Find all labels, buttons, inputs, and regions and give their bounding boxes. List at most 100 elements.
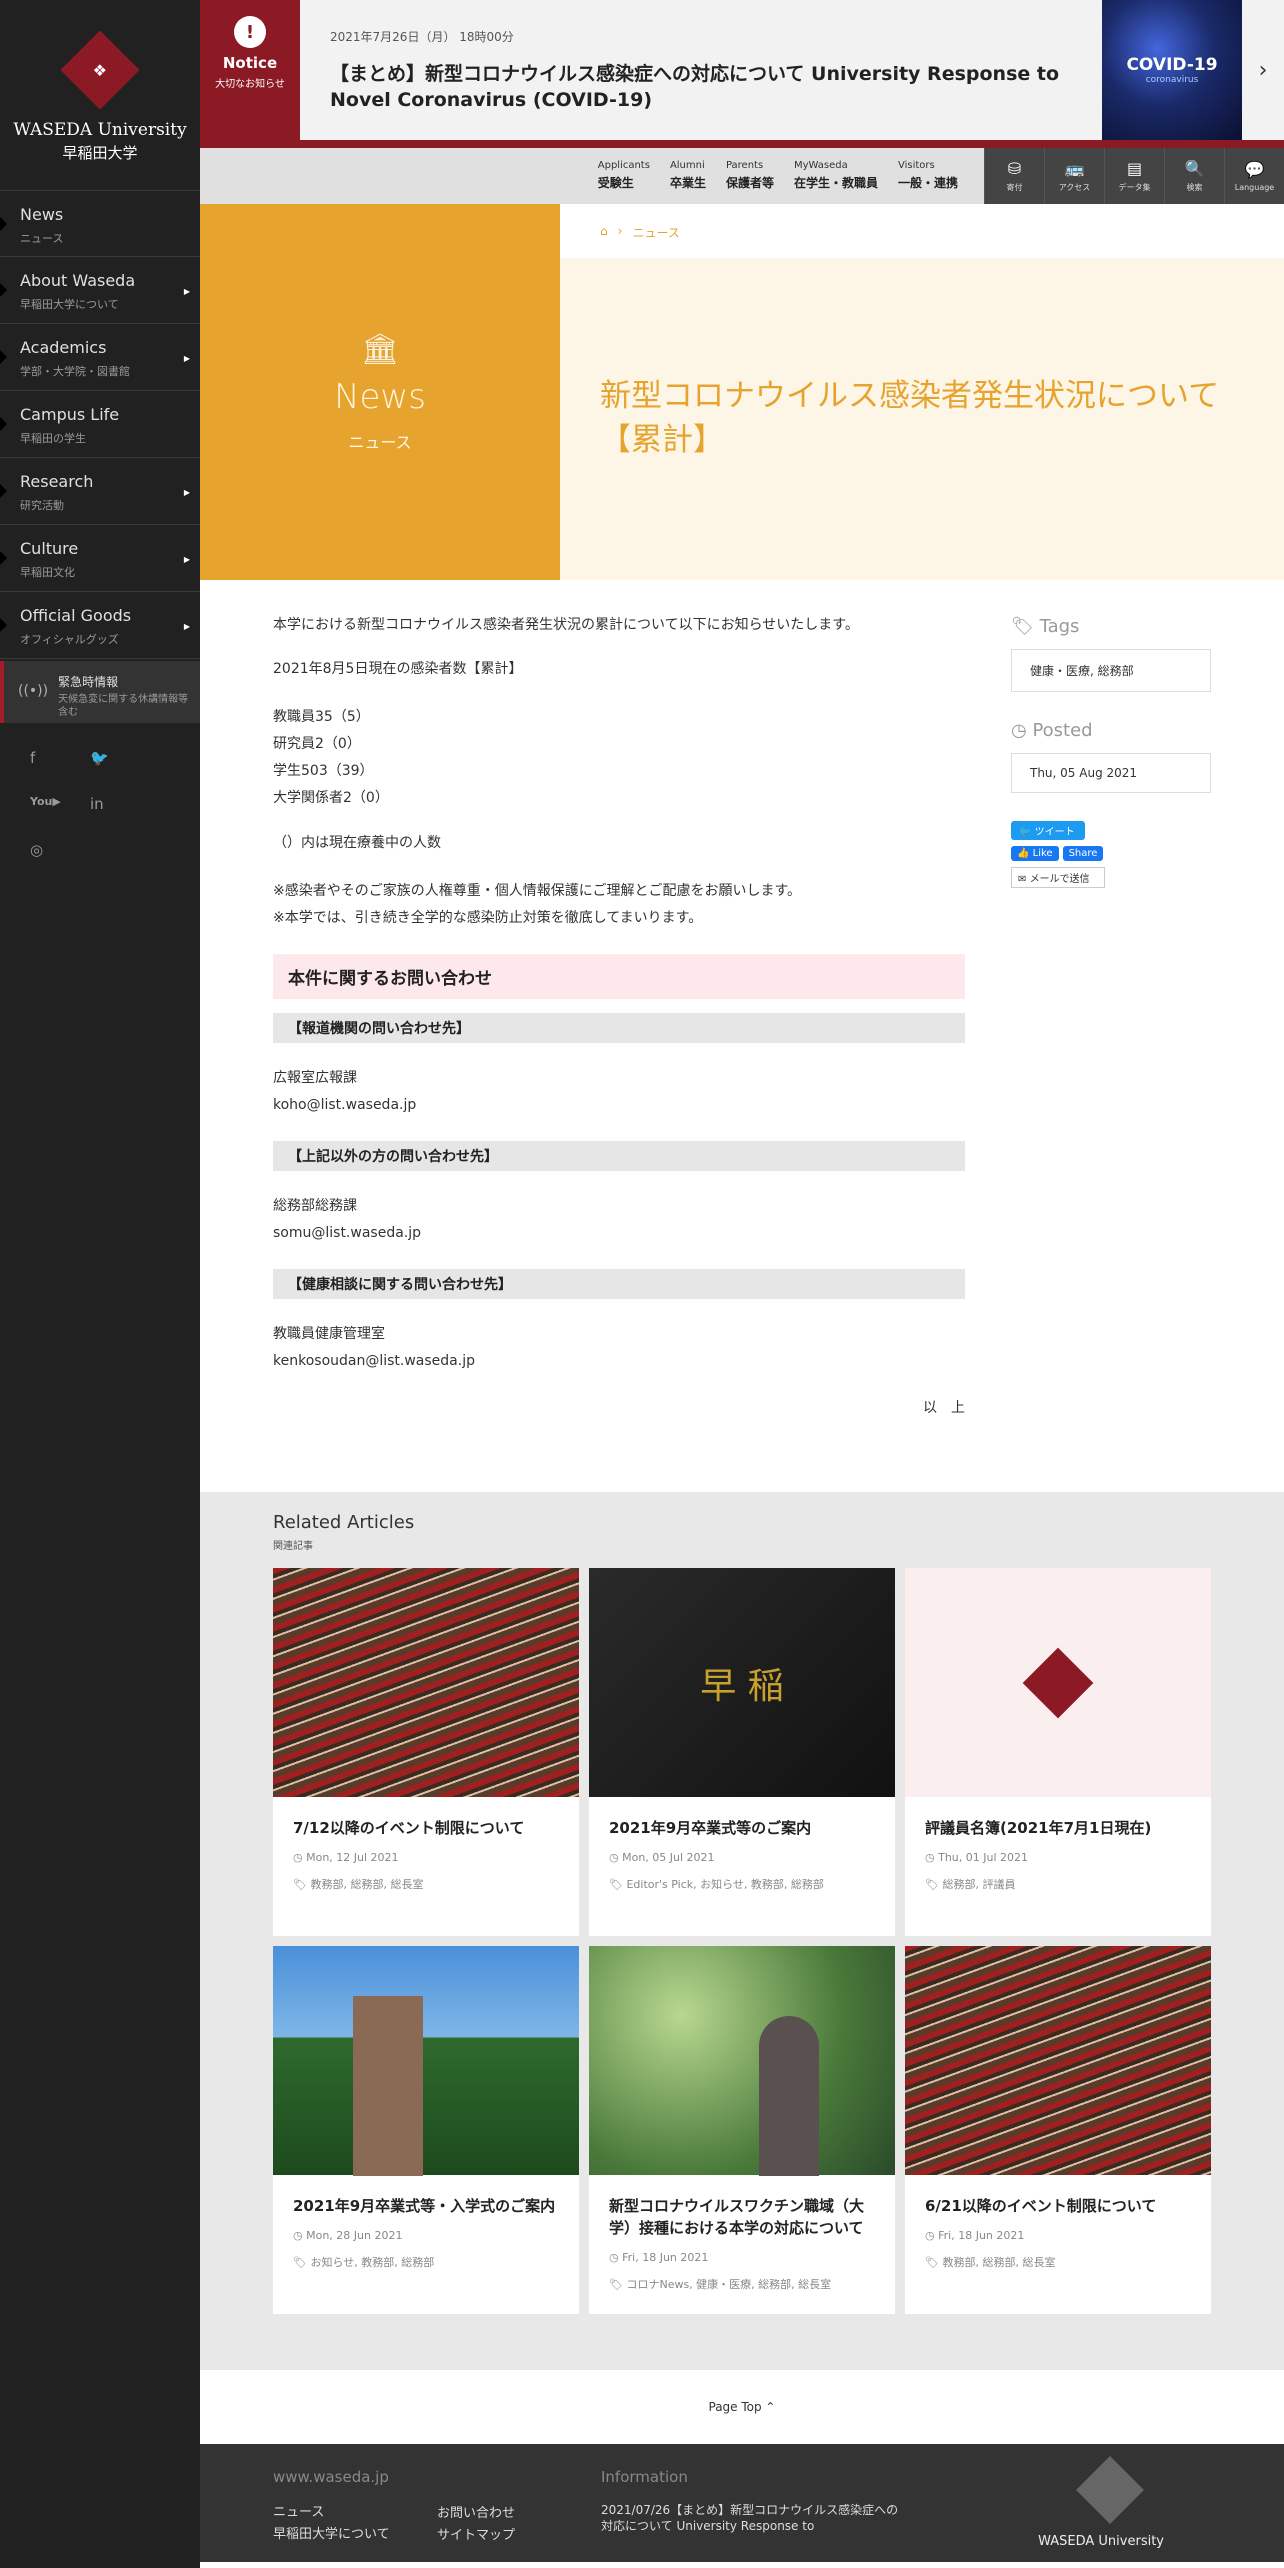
nav-marker-icon bbox=[0, 350, 7, 364]
audience-link-visitors[interactable]: Visitors 一般・連携 bbox=[888, 160, 968, 204]
sidebar-item-sublabel: 学部・大学院・図書館 bbox=[20, 365, 130, 378]
mail-button[interactable]: ✉ メールで送信 bbox=[1011, 867, 1105, 888]
footer-site[interactable]: www.waseda.jp bbox=[273, 2468, 437, 2486]
nav-marker-icon bbox=[0, 484, 7, 498]
card-title[interactable]: 2021年9月卒業式等・入学式のご案内 bbox=[293, 2195, 559, 2217]
twitter-icon[interactable]: 🐦 bbox=[90, 749, 150, 795]
footer-info-text[interactable]: 2021/07/26【まとめ】新型コロナウイルス感染症への対応について Univ… bbox=[601, 2502, 901, 2534]
sidebar-item-sublabel: オフィシャルグッズ bbox=[20, 633, 119, 646]
sidebar-item-label: News bbox=[20, 205, 64, 224]
youtube-icon[interactable]: You▶ bbox=[30, 795, 90, 841]
logo-name-jp: 早稲田大学 bbox=[62, 144, 138, 162]
contact-email[interactable]: koho@list.waseda.jp bbox=[273, 1092, 965, 1119]
audience-link-mywaseda[interactable]: MyWaseda 在学生・教職員 bbox=[784, 160, 888, 204]
clock-icon: ◷ bbox=[609, 2251, 623, 2264]
footer-link-sitemap[interactable]: サイトマップ bbox=[437, 2525, 601, 2547]
sidebar-item-academics[interactable]: Academics 学部・大学院・図書館 ▶ bbox=[0, 324, 200, 391]
related-card[interactable]: 評議員名簿(2021年7月1日現在) ◷ Thu, 01 Jul 2021 🏷 総務… bbox=[905, 1568, 1211, 1936]
contact-name: 広報室広報課 bbox=[273, 1070, 357, 1086]
toolbar-bus-button[interactable]: 🚌 アクセス bbox=[1044, 148, 1104, 204]
card-title[interactable]: 2021年9月卒業式等のご案内 bbox=[609, 1817, 875, 1839]
facebook-icon[interactable]: f bbox=[30, 749, 90, 795]
toolbar-icon-label: 検索 bbox=[1186, 183, 1203, 192]
audience-link-applicants[interactable]: Applicants 受験生 bbox=[588, 160, 660, 204]
sidebar-item-official-goods[interactable]: Official Goods オフィシャルグッズ ▶ bbox=[0, 592, 200, 659]
breadcrumb: ⌂ › ニュース bbox=[560, 204, 1284, 258]
breadcrumb-news[interactable]: ニュース bbox=[632, 224, 679, 240]
notice-badge-jp: 大切なお知らせ bbox=[215, 79, 285, 90]
contact-email[interactable]: somu@list.waseda.jp bbox=[273, 1220, 965, 1247]
sidebar-item-campus-life[interactable]: Campus Life 早稲田の学生 bbox=[0, 391, 200, 458]
related-card[interactable]: 新型コロナウイルスワクチン職域（大学）接種における本学の対応について ◷ Fri,… bbox=[589, 1946, 895, 2314]
card-title[interactable]: 新型コロナウイルスワクチン職域（大学）接種における本学の対応について bbox=[609, 2195, 875, 2239]
audience-link-parents[interactable]: Parents 保護者等 bbox=[716, 160, 784, 204]
audience-link-en: MyWaseda bbox=[793, 160, 848, 171]
audience-links: Applicants 受験生 Alumni 卒業生 Parents 保護者等 MyWased… bbox=[588, 148, 984, 204]
tweet-button[interactable]: 🐦 ツイート bbox=[1011, 821, 1085, 840]
card-tags: 🏷 コロナNews, 健康・医療, 総務部, 総長室 bbox=[609, 2278, 832, 2291]
notice-title[interactable]: 【まとめ】新型コロナウイルス感染症への対応について University Res… bbox=[330, 61, 1072, 113]
emergency-desc: 天候急変に関する休講情報等含む bbox=[58, 694, 189, 718]
main-area: ! Notice 大切なお知らせ 2021年7月26日（月） 18時00分 【ま… bbox=[200, 0, 1284, 2568]
card-date: ◷ Mon, 05 Jul 2021 bbox=[609, 1851, 715, 1864]
related-card[interactable]: 7/12以降のイベント制限について ◷ Mon, 12 Jul 2021 🏷 教務部… bbox=[273, 1568, 579, 1936]
card-title[interactable]: 7/12以降のイベント制限について bbox=[293, 1817, 559, 1839]
card-title[interactable]: 6/21以降のイベント制限について bbox=[925, 2195, 1191, 2217]
footer-link-contact[interactable]: お問い合わせ bbox=[437, 2503, 601, 2525]
nav-marker-icon bbox=[0, 551, 7, 565]
covid-image[interactable]: COVID-19 coronavirus bbox=[1102, 0, 1242, 140]
toolbar-book-button[interactable]: ▤ データ集 bbox=[1104, 148, 1164, 204]
footer-link-about[interactable]: 早稲田大学について bbox=[273, 2524, 437, 2546]
related-card[interactable]: 2021年9月卒業式等・入学式のご案内 ◷ Mon, 28 Jun 2021 🏷 お… bbox=[273, 1946, 579, 2314]
page-title: 新型コロナウイルス感染者発生状況について【累計】 bbox=[600, 378, 1220, 458]
posted-date: Thu, 05 Aug 2021 bbox=[1011, 753, 1211, 793]
toolbar-language-button[interactable]: 💬 Language bbox=[1224, 148, 1284, 204]
clock-icon: ◷ bbox=[609, 1851, 623, 1864]
toolbar-donation-button[interactable]: ⛁ 寄付 bbox=[984, 148, 1044, 204]
card-image bbox=[905, 1568, 1211, 1797]
card-tags: 🏷 教務部, 総務部, 総長室 bbox=[293, 1878, 424, 1891]
sidebar-item-label: Official Goods bbox=[20, 606, 132, 625]
toolbar-search-button[interactable]: 🔍 検索 bbox=[1164, 148, 1224, 204]
related-grid: 7/12以降のイベント制限について ◷ Mon, 12 Jul 2021 🏷 教務部… bbox=[273, 1568, 1211, 2314]
share-buttons: 🐦 ツイート 👍 Like Share ✉ メールで送信 bbox=[1011, 821, 1211, 888]
chevron-right-icon[interactable]: › bbox=[1242, 0, 1284, 140]
instagram-icon[interactable]: ◎ bbox=[30, 841, 90, 887]
toolbar-icon-label: アクセス bbox=[1058, 183, 1091, 192]
card-image bbox=[905, 1946, 1211, 2175]
footer-link-news[interactable]: ニュース bbox=[273, 2502, 437, 2524]
footer-logo-icon[interactable] bbox=[1076, 2456, 1144, 2524]
contact-email[interactable]: kenkosoudan@list.waseda.jp bbox=[273, 1348, 965, 1375]
related-card[interactable]: 早 稲 2021年9月卒業式等のご案内 ◷ Mon, 05 Jul 2021 🏷 Ed… bbox=[589, 1568, 895, 1936]
thumbs-up-icon: 👍 bbox=[1017, 848, 1033, 859]
request-line: ※感染者やそのご家族の人権尊重・個人情報保護にご理解とご配慮をお願いします。 bbox=[273, 883, 802, 899]
building-icon: 🏛 bbox=[360, 331, 400, 367]
card-tags: 🏷 教務部, 総務部, 総長室 bbox=[925, 2256, 1056, 2269]
related-heading: Related Articles bbox=[273, 1512, 415, 1533]
social-links: f 🐦 You▶ in ◎ bbox=[0, 723, 200, 887]
sidebar-item-label: Academics bbox=[20, 338, 107, 357]
audience-link-alumni[interactable]: Alumni 卒業生 bbox=[660, 160, 716, 204]
sidebar-item-news[interactable]: News ニュース bbox=[0, 190, 200, 257]
share-button[interactable]: Share bbox=[1062, 846, 1104, 861]
related-card[interactable]: 6/21以降のイベント制限について ◷ Fri, 18 Jun 2021 🏷 教務部… bbox=[905, 1946, 1211, 2314]
sidebar-item-about-waseda[interactable]: About Waseda 早稲田大学について ▶ bbox=[0, 257, 200, 324]
breadcrumb-separator-icon: › bbox=[617, 224, 623, 238]
search-icon: 🔍 bbox=[1184, 159, 1205, 178]
card-title[interactable]: 評議員名簿(2021年7月1日現在) bbox=[925, 1817, 1191, 1839]
page-top-button[interactable]: Page Top ⌃ bbox=[200, 2370, 1284, 2444]
notice-body[interactable]: 2021年7月26日（月） 18時00分 【まとめ】新型コロナウイルス感染症への… bbox=[300, 0, 1102, 140]
notice-banner[interactable]: ! Notice 大切なお知らせ 2021年7月26日（月） 18時00分 【ま… bbox=[200, 0, 1284, 140]
toolbar: Applicants 受験生 Alumni 卒業生 Parents 保護者等 MyWased… bbox=[200, 148, 1284, 204]
waseda-emblem-icon bbox=[1022, 1647, 1094, 1718]
caret-right-icon: ▶ bbox=[183, 287, 190, 296]
article-as-of: 2021年8月5日現在の感染者数【累計】 bbox=[273, 661, 523, 677]
like-button[interactable]: 👍 Like bbox=[1011, 846, 1059, 861]
home-icon[interactable]: ⌂ bbox=[600, 224, 608, 238]
tags-box[interactable]: 健康・医療, 総務部 bbox=[1011, 649, 1211, 692]
emergency-info[interactable]: ((•)) 緊急時情報 天候急変に関する休講情報等含む bbox=[0, 661, 200, 723]
linkedin-icon[interactable]: in bbox=[90, 795, 150, 841]
sidebar-item-research[interactable]: Research 研究活動 ▶ bbox=[0, 458, 200, 525]
waseda-logo[interactable]: ❖ WASEDA University 早稲田大学 bbox=[0, 0, 200, 190]
sidebar-item-culture[interactable]: Culture 早稲田文化 ▶ bbox=[0, 525, 200, 592]
